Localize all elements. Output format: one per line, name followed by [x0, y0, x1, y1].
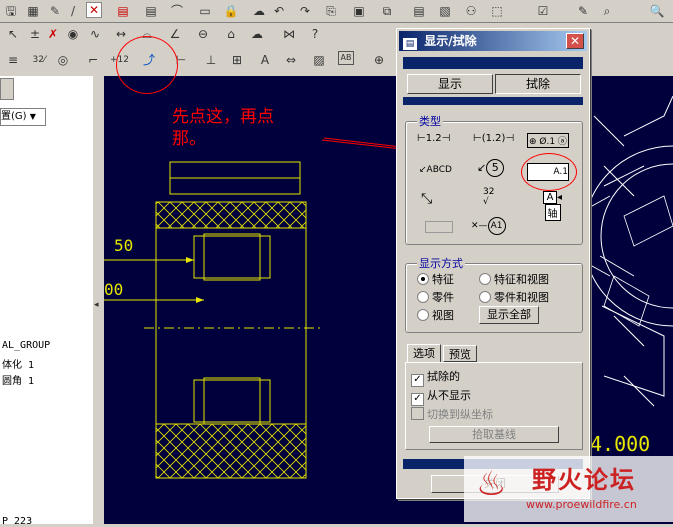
- checkbox-erased[interactable]: ✓ 拭除的: [411, 368, 460, 387]
- datum-circle-highlight: [521, 153, 577, 191]
- checkbox-switch-ordinate[interactable]: 切换到纵坐标: [411, 406, 493, 422]
- cosmetic-type-icon[interactable]: [425, 221, 453, 233]
- datum-target-type-icon[interactable]: ✕— A1: [471, 217, 506, 235]
- ref-dimension-type-icon[interactable]: ⊢(1.2)⊣: [473, 133, 514, 144]
- checkbox-never-shown[interactable]: ✓ 从不显示: [411, 387, 471, 406]
- radio-dot: [417, 291, 429, 303]
- radio-dot: [417, 273, 429, 285]
- show-erase-dialog: ▤ 显示/拭除 ✕ 显示 拭除 类型 ⊢1.2⊣ ⊢(1.2)⊣ ⊕ Ø.1 ⓐ…: [396, 28, 590, 499]
- symbol-type-icon[interactable]: ⤡: [421, 191, 432, 207]
- radio-view[interactable]: 视图: [417, 307, 454, 323]
- tab-erase[interactable]: 拭除: [495, 74, 581, 94]
- tab-show[interactable]: 显示: [407, 74, 493, 94]
- radio-feature[interactable]: 特征: [417, 271, 454, 287]
- header-strip: [403, 57, 583, 69]
- radio-dot: [479, 291, 491, 303]
- pick-baseline-button[interactable]: 拾取基线: [429, 426, 559, 443]
- dialog-titlebar[interactable]: ▤ 显示/拭除 ✕: [399, 31, 587, 51]
- note-type-icon[interactable]: ↙ABCD: [419, 165, 452, 175]
- dialog-app-icon: ▤: [403, 38, 417, 50]
- type-group-label: 类型: [417, 113, 443, 129]
- close-icon[interactable]: ✕: [566, 33, 584, 49]
- tab-preview[interactable]: 预览: [443, 345, 477, 362]
- watermark-logo-icon: ♨: [476, 464, 507, 504]
- watermark-url: www.proewildfire.cn: [526, 498, 637, 511]
- radio-part[interactable]: 零件: [417, 289, 454, 305]
- show-all-button[interactable]: 显示全部: [479, 306, 539, 324]
- tab-options[interactable]: 选项: [407, 344, 441, 362]
- watermark-title: 野火论坛: [532, 466, 636, 494]
- gtol-type-icon[interactable]: ⊕ Ø.1 ⓐ: [527, 133, 569, 148]
- checkbox-box: [411, 407, 424, 420]
- checkbox-box: ✓: [411, 393, 424, 406]
- radio-dot: [417, 309, 429, 321]
- header-strip-2: [403, 97, 583, 105]
- surface-finish-type-icon[interactable]: 32 √: [483, 187, 494, 207]
- dialog-title: 显示/拭除: [424, 34, 477, 48]
- balloon-type-icon[interactable]: ↙ 5: [477, 159, 505, 177]
- dimension-type-icon[interactable]: ⊢1.2⊣: [417, 133, 450, 144]
- axis-type-icon[interactable]: A ◂ 轴: [543, 191, 562, 221]
- display-mode-label: 显示方式: [417, 255, 465, 271]
- checkbox-box: ✓: [411, 374, 424, 387]
- radio-feature-and-view[interactable]: 特征和视图: [479, 271, 549, 287]
- radio-dot: [479, 273, 491, 285]
- radio-part-and-view[interactable]: 零件和视图: [479, 289, 549, 305]
- watermark: ♨ 野火论坛 www.proewildfire.cn: [464, 456, 673, 522]
